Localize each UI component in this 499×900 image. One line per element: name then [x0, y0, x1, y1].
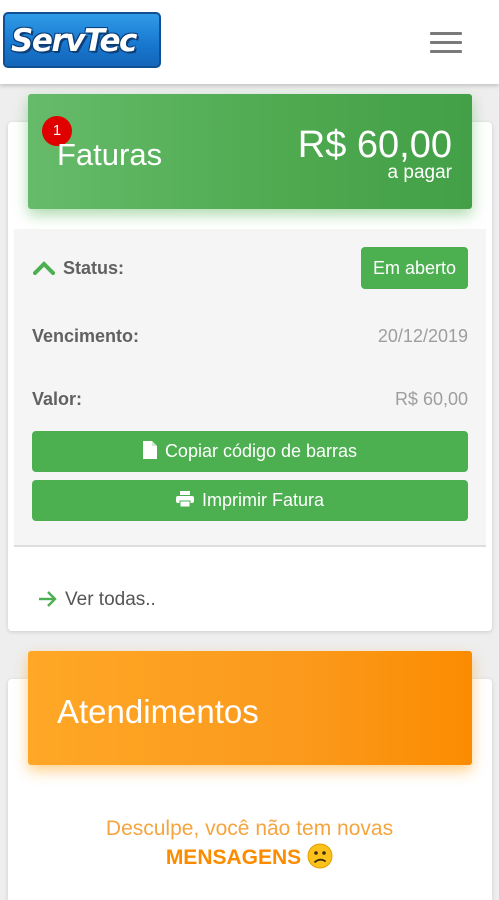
status-label: Status: — [63, 258, 125, 278]
atendimentos-title: Atendimentos — [57, 693, 259, 730]
sad-face-emoji-icon — [307, 843, 333, 869]
print-invoice-button[interactable]: Imprimir Fatura — [32, 480, 468, 521]
vencimento-value: 20/12/2019 — [377, 326, 468, 346]
servtec-logo[interactable]: ServTec — [3, 12, 161, 68]
chevron-up-icon[interactable] — [33, 261, 55, 275]
faturas-header: 1 Faturas R$ 60,00 a pagar — [28, 94, 472, 209]
print-invoice-label: Imprimir Fatura — [201, 490, 324, 510]
hamburger-menu-icon[interactable] — [428, 30, 466, 56]
faturas-amount: R$ 60,00 — [297, 124, 452, 166]
fatura-details: Status: Em aberto Vencimento: 20/12/2019… — [14, 229, 486, 545]
arrow-right-icon — [39, 591, 57, 607]
printer-icon — [175, 491, 194, 508]
faturas-title: Faturas — [57, 137, 163, 172]
valor-value: R$ 60,00 — [394, 389, 468, 409]
copy-barcode-label: Copiar código de barras — [164, 441, 358, 461]
status-badge: Em aberto — [361, 247, 468, 289]
top-bar: ServTec — [0, 0, 499, 84]
file-icon — [142, 441, 157, 460]
ver-todas-label: Ver todas.. — [65, 589, 156, 610]
logo-text: ServTec — [11, 23, 137, 59]
valor-label: Valor: — [32, 389, 83, 409]
divider — [14, 545, 486, 547]
copy-barcode-button[interactable]: Copiar código de barras — [32, 431, 468, 472]
atendimentos-header: Atendimentos — [28, 651, 472, 765]
faturas-amount-sub: a pagar — [387, 162, 452, 183]
empty-message-highlight: MENSAGENS — [165, 846, 302, 869]
vencimento-label: Vencimento: — [32, 326, 140, 346]
empty-message-line1: Desculpe, você não tem novas — [105, 817, 394, 840]
empty-message-line2: MENSAGENS — [0, 843, 499, 872]
